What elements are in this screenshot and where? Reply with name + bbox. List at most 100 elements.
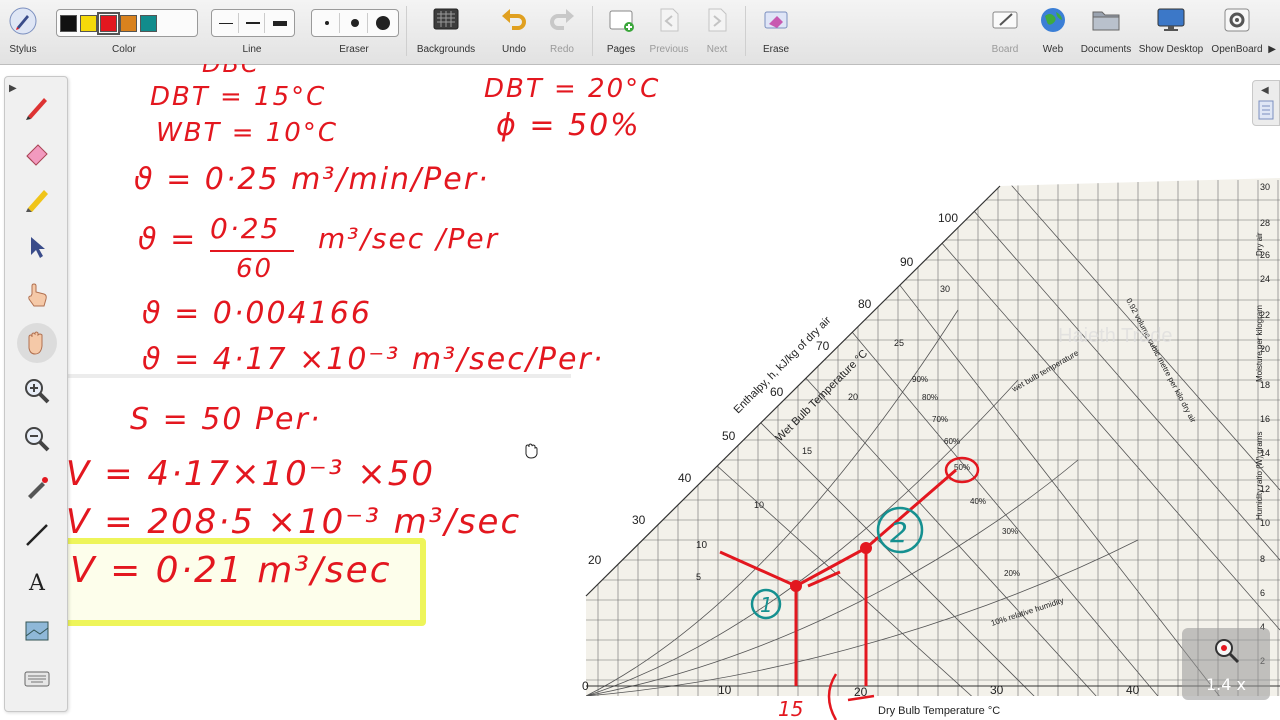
- rh-label: 70%: [932, 415, 948, 424]
- board-button[interactable]: Board: [985, 0, 1025, 64]
- handwritten-15: 15: [778, 697, 803, 720]
- toolbar-separator: [745, 6, 746, 56]
- redo-button[interactable]: Redo: [542, 0, 582, 64]
- wb-scale-tick: 15: [802, 446, 812, 456]
- point-2-label: 2: [890, 516, 908, 549]
- laser-pointer-icon: [28, 477, 48, 499]
- select-tool-button[interactable]: [17, 227, 57, 267]
- w-tick: 16: [1260, 414, 1270, 424]
- keyboard-button[interactable]: [17, 659, 57, 699]
- note-top-partial: DBC: [202, 64, 260, 78]
- backgrounds-label: Backgrounds: [416, 44, 476, 55]
- capture-icon: [25, 621, 49, 641]
- eraser-label: Eraser: [339, 44, 369, 55]
- enthalpy-tick: 30: [632, 513, 646, 527]
- text-icon: A: [29, 570, 45, 596]
- note-line2-denominator: 60: [236, 254, 274, 284]
- wb-scale-tick: 20: [848, 392, 858, 402]
- color-group-label-wrap: Color: [56, 0, 192, 64]
- pages-button[interactable]: Pages: [600, 0, 642, 64]
- wb-scale-tick: 10: [754, 500, 764, 510]
- web-button[interactable]: Web: [1034, 0, 1072, 64]
- gear-icon: [1224, 8, 1250, 32]
- watermark: Haieth Trade: [1058, 325, 1173, 347]
- rh-label: 20%: [1004, 569, 1020, 578]
- show-desktop-label: Show Desktop: [1138, 44, 1204, 55]
- whiteboard-canvas[interactable]: DBC DBT = 15°C WBT = 10°C DBT = 20°C ϕ =…: [66, 64, 1280, 720]
- highlighter-tool-button[interactable]: [17, 179, 57, 219]
- note-dbt-right: DBT = 20°C: [484, 74, 661, 104]
- interact-tool-button[interactable]: [17, 275, 57, 315]
- note-line5: S = 50 Per·: [130, 402, 322, 437]
- psychrometric-chart: 100 90 80 70 60 50 40 30 20 10 Enthalpy,…: [582, 178, 1280, 720]
- color-label: Color: [112, 44, 136, 55]
- backgrounds-button[interactable]: Backgrounds: [414, 0, 478, 64]
- text-tool-button[interactable]: A: [17, 563, 57, 603]
- wb-scale-tick: 5: [696, 572, 701, 582]
- state-point-2-dot: [860, 542, 872, 554]
- next-page-icon: [708, 8, 727, 32]
- eraser-group-label-wrap: Eraser: [311, 0, 397, 64]
- note-line6: V = 4·17×10⁻³ ×50: [66, 454, 435, 494]
- pen-tool-button[interactable]: [17, 87, 57, 127]
- w-tick: 8: [1260, 554, 1265, 564]
- enthalpy-tick: 50: [722, 429, 736, 443]
- line-tool-button[interactable]: [17, 515, 57, 555]
- capture-tool-button[interactable]: [17, 611, 57, 651]
- toolbar-collapse-icon[interactable]: ▶: [1268, 44, 1276, 55]
- dry-air-label: Dry air: [1255, 232, 1264, 256]
- zoom-magnifier-icon: [1215, 639, 1240, 664]
- documents-label: Documents: [1080, 44, 1132, 55]
- pages-label: Pages: [606, 44, 636, 55]
- dbt-tick: 40: [1126, 683, 1140, 697]
- dbt-tick: 0: [582, 679, 589, 693]
- top-toolbar: Stylus Color Line Eraser Backgrounds Und…: [0, 0, 1280, 65]
- next-label: Next: [706, 44, 728, 55]
- wb-scale-tick: 25: [894, 338, 904, 348]
- state-point-1-dot: [790, 580, 802, 592]
- erase-board-button[interactable]: Erase: [756, 0, 796, 64]
- fraction-bar: [210, 250, 294, 252]
- eraser-tool-button[interactable]: [17, 133, 57, 173]
- redo-label: Redo: [550, 44, 574, 55]
- zoom-level-text: 1.4 x: [1206, 675, 1246, 694]
- hand-tool-button[interactable]: [17, 323, 57, 363]
- board-label: Board: [991, 44, 1019, 55]
- globe-icon: [1041, 8, 1065, 32]
- pen-icon: [26, 98, 47, 120]
- laser-pointer-button[interactable]: [17, 467, 57, 507]
- rh-label: 40%: [970, 497, 986, 506]
- w-tick: 30: [1260, 182, 1270, 192]
- show-desktop-button[interactable]: Show Desktop: [1136, 0, 1206, 64]
- openboard-label: OpenBoard: [1211, 44, 1263, 55]
- w-tick: 24: [1260, 274, 1270, 284]
- enthalpy-tick: 80: [858, 297, 872, 311]
- undo-icon: [502, 9, 526, 30]
- interact-hand-icon: [28, 283, 47, 307]
- zoom-indicator: 1.4 x: [1182, 628, 1270, 700]
- palette-collapse-icon[interactable]: ▶: [9, 83, 17, 94]
- point-1-label: 1: [760, 593, 773, 617]
- rh-label: 90%: [912, 375, 928, 384]
- right-panel-toggle[interactable]: ◀: [1252, 80, 1280, 126]
- openboard-menu-button[interactable]: OpenBoard: [1208, 0, 1266, 64]
- undo-button[interactable]: Undo: [494, 0, 534, 64]
- line-icon: [26, 524, 48, 546]
- redo-icon: [550, 9, 574, 30]
- note-line4: ϑ = 4·17 ×10⁻³ m³/sec/Per·: [142, 342, 605, 377]
- previous-page-button[interactable]: Previous: [646, 0, 692, 64]
- tool-palette: ▶ A: [4, 76, 68, 712]
- stylus-label: Stylus: [9, 44, 37, 55]
- next-page-button[interactable]: Next: [698, 0, 736, 64]
- backgrounds-icon: [433, 8, 459, 30]
- zoom-out-button[interactable]: [17, 419, 57, 459]
- note-line2-numerator: 0·25: [210, 212, 281, 245]
- previous-label: Previous: [649, 44, 689, 55]
- stylus-icon: [9, 7, 37, 35]
- rh-label: 60%: [944, 437, 960, 446]
- note-phi-right: ϕ = 50%: [496, 108, 641, 143]
- zoom-in-button[interactable]: [17, 371, 57, 411]
- documents-button[interactable]: Documents: [1078, 0, 1134, 64]
- dry-bulb-axis-label: Dry Bulb Temperature °C: [878, 705, 1000, 717]
- stylus-button[interactable]: Stylus: [2, 0, 44, 64]
